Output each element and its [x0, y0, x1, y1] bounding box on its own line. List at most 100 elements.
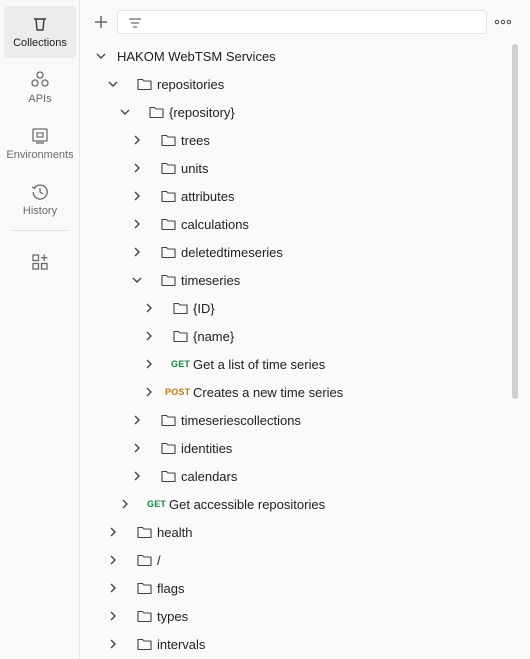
folder-icon — [149, 106, 164, 119]
chevron-right-icon[interactable] — [143, 302, 155, 314]
folder-label: / — [157, 553, 161, 568]
folder-icon — [137, 610, 152, 623]
folder-icon — [161, 218, 176, 231]
tree-item-attributes[interactable]: attributes — [81, 182, 511, 210]
rail-collections-label: Collections — [13, 37, 67, 49]
folder-icon — [161, 162, 176, 175]
folder-label: calendars — [181, 469, 238, 484]
folder-label: {ID} — [193, 301, 215, 316]
plus-icon[interactable] — [91, 12, 111, 32]
rail-apis[interactable]: APIs — [4, 62, 76, 114]
tree-item-calculations[interactable]: calculations — [81, 210, 511, 238]
tree-item-id[interactable]: {ID} — [81, 294, 511, 322]
chevron-right-icon[interactable] — [107, 638, 119, 650]
chevron-right-icon[interactable] — [107, 582, 119, 594]
folder-label: deletedtimeseries — [181, 245, 283, 260]
request-get-accessible-repositories[interactable]: GET Get accessible repositories — [81, 490, 511, 518]
folder-label: timeseries — [181, 273, 241, 288]
folder-icon — [173, 330, 188, 343]
tree-item-collection[interactable]: HAKOM WebTSM Services — [81, 42, 511, 70]
scrollbar-thumb[interactable] — [512, 44, 518, 399]
chevron-right-icon[interactable] — [131, 470, 143, 482]
tree-item-timeseriescollections[interactable]: timeseriescollections — [81, 406, 511, 434]
folder-icon — [161, 274, 176, 287]
chevron-down-icon[interactable] — [107, 78, 119, 90]
search-filter-field[interactable] — [117, 10, 487, 34]
tree-item-intervals[interactable]: intervals — [81, 630, 511, 658]
tree-item-trees[interactable]: trees — [81, 126, 511, 154]
folder-icon — [161, 190, 176, 203]
chevron-right-icon[interactable] — [107, 554, 119, 566]
chevron-right-icon[interactable] — [143, 386, 155, 398]
chevron-right-icon[interactable] — [143, 358, 155, 370]
chevron-right-icon[interactable] — [131, 190, 143, 202]
chevron-right-icon[interactable] — [143, 330, 155, 342]
folder-icon — [137, 582, 152, 595]
tree-item-health[interactable]: health — [81, 518, 511, 546]
chevron-right-icon[interactable] — [131, 162, 143, 174]
folder-label: repositories — [157, 77, 225, 92]
rail-history[interactable]: History — [4, 174, 76, 226]
chevron-right-icon[interactable] — [131, 246, 143, 258]
folder-icon — [161, 470, 176, 483]
chevron-right-icon[interactable] — [131, 414, 143, 426]
sidebar-rail: Collections APIs Environments History — [0, 0, 80, 659]
collection-name: HAKOM WebTSM Services — [117, 49, 276, 64]
folder-label: {repository} — [169, 105, 235, 120]
folder-icon — [137, 78, 152, 91]
tree-item-repository[interactable]: {repository} — [81, 98, 511, 126]
folder-icon — [137, 554, 152, 567]
request-get-time-series-list[interactable]: GET Get a list of time series — [81, 350, 511, 378]
chevron-down-icon[interactable] — [95, 50, 107, 62]
folder-label: intervals — [157, 637, 206, 652]
add-workspace-item-icon[interactable] — [30, 252, 50, 272]
chevron-down-icon[interactable] — [131, 274, 143, 286]
chevron-right-icon[interactable] — [107, 610, 119, 622]
tree-item-root[interactable]: / — [81, 546, 511, 574]
filter-icon — [129, 18, 141, 28]
chevron-right-icon[interactable] — [131, 218, 143, 230]
rail-environments[interactable]: Environments — [4, 118, 76, 170]
method-badge-get: GET — [147, 499, 167, 509]
folder-label: types — [157, 609, 189, 624]
history-icon — [31, 184, 48, 200]
folder-label: identities — [181, 441, 233, 456]
folder-label: units — [181, 161, 209, 176]
rail-collections[interactable]: Collections — [4, 6, 76, 58]
folder-label: {name} — [193, 329, 235, 344]
tree-item-name[interactable]: {name} — [81, 322, 511, 350]
tree-item-types[interactable]: types — [81, 602, 511, 630]
chevron-right-icon[interactable] — [119, 498, 131, 510]
ellipsis-icon[interactable] — [492, 12, 514, 32]
tree-item-identities[interactable]: identities — [81, 434, 511, 462]
folder-label: calculations — [181, 217, 249, 232]
method-badge-get: GET — [171, 359, 191, 369]
collections-panel: HAKOM WebTSM Services repositories {repo… — [81, 0, 530, 659]
folder-icon — [173, 302, 188, 315]
method-badge-post: POST — [165, 387, 191, 397]
tree-item-units[interactable]: units — [81, 154, 511, 182]
folder-label: flags — [157, 581, 185, 596]
tree-item-timeseries[interactable]: timeseries — [81, 266, 511, 294]
folder-icon — [161, 414, 176, 427]
folder-icon — [161, 442, 176, 455]
chevron-right-icon[interactable] — [107, 526, 119, 538]
request-create-time-series[interactable]: POST Creates a new time series — [81, 378, 511, 406]
tree-item-deletedtimeseries[interactable]: deletedtimeseries — [81, 238, 511, 266]
chevron-right-icon[interactable] — [131, 442, 143, 454]
folder-icon — [161, 246, 176, 259]
chevron-down-icon[interactable] — [119, 106, 131, 118]
tree-item-flags[interactable]: flags — [81, 574, 511, 602]
search-input[interactable] — [148, 13, 482, 33]
rail-divider — [12, 230, 68, 231]
tree-item-calendars[interactable]: calendars — [81, 462, 511, 490]
trash-can-icon — [34, 18, 46, 31]
folder-label: health — [157, 525, 193, 540]
folder-label: attributes — [181, 189, 235, 204]
folder-icon — [137, 638, 152, 651]
chevron-right-icon[interactable] — [131, 134, 143, 146]
tree-item-repositories[interactable]: repositories — [81, 70, 511, 98]
request-label: Creates a new time series — [193, 385, 344, 400]
folder-icon — [161, 134, 176, 147]
folder-label: trees — [181, 133, 210, 148]
